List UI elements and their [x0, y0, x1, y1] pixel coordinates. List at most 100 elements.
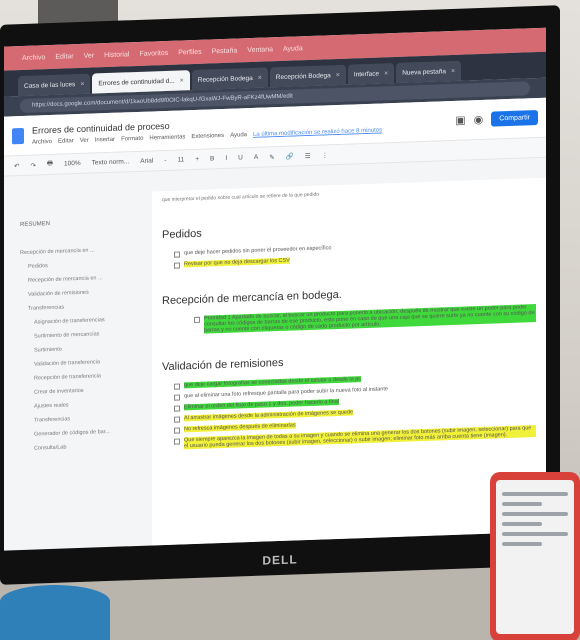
checkbox[interactable] — [174, 251, 180, 258]
outline-item[interactable]: Validación de remisiones — [20, 288, 146, 298]
docs-menu-item[interactable]: Archivo — [32, 138, 52, 145]
menubar-item[interactable]: Ayuda — [283, 45, 303, 53]
outline-item[interactable]: Transferencias — [20, 302, 146, 312]
checklist-text: No refresca imágenes después de eliminar… — [184, 422, 296, 433]
docs-menu-item[interactable]: Herramientas — [149, 134, 185, 141]
browser-tab[interactable]: Nueva pestaña × — [396, 60, 462, 83]
menubar-item[interactable]: Ver — [84, 52, 95, 59]
document-page[interactable]: que interpretar el pedido sobre cual art… — [152, 177, 546, 546]
phone-line — [502, 522, 542, 526]
phone-line — [502, 512, 568, 516]
outline-item[interactable]: Recepción de mercancía en ... — [20, 274, 146, 284]
menubar-item[interactable]: Pestaña — [212, 47, 238, 55]
browser-tab[interactable]: Recepción Bodega × — [191, 67, 268, 91]
document-sections: Pedidos que deje hacer pedidos sin poner … — [162, 216, 536, 450]
outline-item[interactable]: Pedidos — [20, 260, 146, 270]
checkbox[interactable] — [174, 405, 180, 412]
docs-title-block: Errores de continuidad de proceso Archiv… — [32, 111, 447, 145]
toolbar-button[interactable]: ☰ — [303, 151, 313, 159]
outline-header: RESUMEN — [20, 221, 51, 229]
outline-item[interactable]: Crear de inventarios — [20, 386, 146, 396]
close-icon[interactable]: × — [451, 67, 455, 74]
browser-tab[interactable]: Casa de las luces × — [18, 73, 91, 97]
menubar-item[interactable]: Editar — [55, 53, 73, 61]
docs-logo-icon[interactable] — [12, 127, 24, 144]
checklist-text: Revisar por que no deja descargar los CS… — [184, 257, 290, 268]
close-icon[interactable]: × — [258, 74, 262, 81]
comment-icon[interactable]: ▣ — [455, 114, 465, 127]
toolbar-button[interactable]: ✎ — [267, 153, 276, 161]
section-heading: Validación de remisiones — [162, 356, 284, 374]
browser-tab[interactable]: Recepción Bodega × — [269, 64, 346, 88]
tab-label: Recepción Bodega — [197, 74, 253, 84]
toolbar-button[interactable]: Texto norm... — [90, 158, 132, 166]
toolbar-button[interactable]: 🖶 — [45, 159, 55, 170]
close-icon[interactable]: × — [180, 77, 184, 84]
outline-list: Recepción de mercancía en ... Pedidos Rece… — [20, 246, 146, 452]
checklist-text: Eliminar el orden del flujo de paso 1 y … — [184, 398, 340, 411]
outline-item[interactable]: Surtimiento — [20, 344, 146, 354]
toolbar-button[interactable]: 11 — [175, 156, 186, 163]
section-heading: Recepción de mercancía en bodega. — [162, 288, 342, 308]
checklist-text: Al arrastrar imágenes desde la administr… — [184, 409, 354, 422]
checkbox[interactable] — [174, 438, 180, 445]
toolbar-button[interactable]: Arial — [138, 157, 155, 165]
checkbox[interactable] — [174, 416, 180, 423]
docs-menu-item[interactable]: Ayuda — [230, 132, 247, 139]
close-icon[interactable]: × — [384, 70, 388, 77]
checkbox[interactable] — [174, 427, 180, 434]
menubar-item[interactable]: Ventana — [247, 46, 273, 54]
docs-menu-item[interactable]: Formato — [121, 135, 143, 142]
photo-scene: Archivo Editar Ver Historial Favoritos Perfil… — [0, 0, 580, 640]
menubar-item[interactable]: Historial — [104, 51, 129, 59]
toolbar-button[interactable]: B — [208, 155, 216, 162]
outline-item[interactable]: Consulta/Lab — [20, 442, 146, 452]
checklist-text: que deje cargar fotografías se conectada… — [184, 376, 362, 389]
tab-label: Casa de las luces — [24, 80, 76, 90]
toolbar-button[interactable]: I — [223, 155, 229, 162]
browser-tab[interactable]: Interface × — [347, 63, 395, 85]
tab-label: Recepción Bodega — [275, 71, 331, 81]
docs-menu-item[interactable]: Insertar — [95, 136, 115, 143]
checkbox[interactable] — [174, 383, 180, 390]
toolbar-button[interactable]: + — [193, 156, 201, 163]
checklist-item: Prioridad 1 Apartado de buscar, al busca… — [194, 304, 536, 334]
toolbar-button[interactable]: A — [252, 154, 260, 161]
outline-item[interactable]: Recepción de transferencia — [20, 372, 146, 382]
toolbar-button[interactable]: ⋮ — [320, 151, 331, 159]
toolbar-button[interactable]: 100% — [62, 160, 83, 168]
monitor: Archivo Editar Ver Historial Favoritos Perfil… — [0, 5, 560, 585]
docs-menu-item[interactable]: Extensiones — [191, 132, 224, 139]
checkbox[interactable] — [174, 394, 180, 401]
outline-item[interactable]: Recepción de mercancía en ... — [20, 246, 146, 256]
tab-label: Nueva pestaña — [402, 67, 446, 77]
docs-menu-item[interactable]: Editar — [58, 138, 74, 145]
outline-item[interactable]: Asignación de transferencias — [20, 316, 146, 326]
menubar-item[interactable]: Favoritos — [139, 49, 168, 57]
outline-item[interactable]: Validación de transferencia — [20, 358, 146, 368]
section-heading: Pedidos — [162, 227, 202, 242]
toolbar-button[interactable]: 🔗 — [284, 152, 296, 160]
outline-item[interactable]: Surtimiento de mercancías — [20, 330, 146, 340]
intro-text: que interpretar el pedido sobre cual art… — [162, 191, 320, 204]
browser-tab[interactable]: Errores de continuidad d... × — [92, 70, 190, 94]
menubar-item[interactable]: Perfiles — [178, 48, 201, 56]
close-icon[interactable]: × — [80, 80, 84, 87]
close-icon[interactable]: × — [336, 71, 340, 78]
docs-menu-item[interactable]: Ver — [80, 137, 89, 143]
outline-item[interactable]: Transferencias — [20, 414, 146, 424]
toolbar-button[interactable]: U — [236, 154, 245, 161]
menubar-item[interactable]: Archivo — [22, 54, 45, 62]
outline-item[interactable]: Ajustes reales — [20, 400, 146, 410]
checkbox[interactable] — [194, 316, 200, 324]
phone-screen — [496, 480, 574, 634]
phone-line — [502, 502, 542, 506]
last-edit-link[interactable]: La última modificación se realizó hace 8… — [253, 127, 382, 138]
toolbar-button[interactable]: ↶ — [12, 162, 21, 170]
share-button[interactable]: Compartir — [491, 109, 538, 127]
toolbar-button[interactable]: ↷ — [28, 161, 37, 169]
outline-item[interactable]: Generador de códigos de bar... — [20, 428, 146, 438]
meet-icon[interactable]: ◉ — [474, 113, 484, 126]
toolbar-button[interactable]: - — [162, 157, 168, 164]
checkbox[interactable] — [174, 262, 180, 269]
